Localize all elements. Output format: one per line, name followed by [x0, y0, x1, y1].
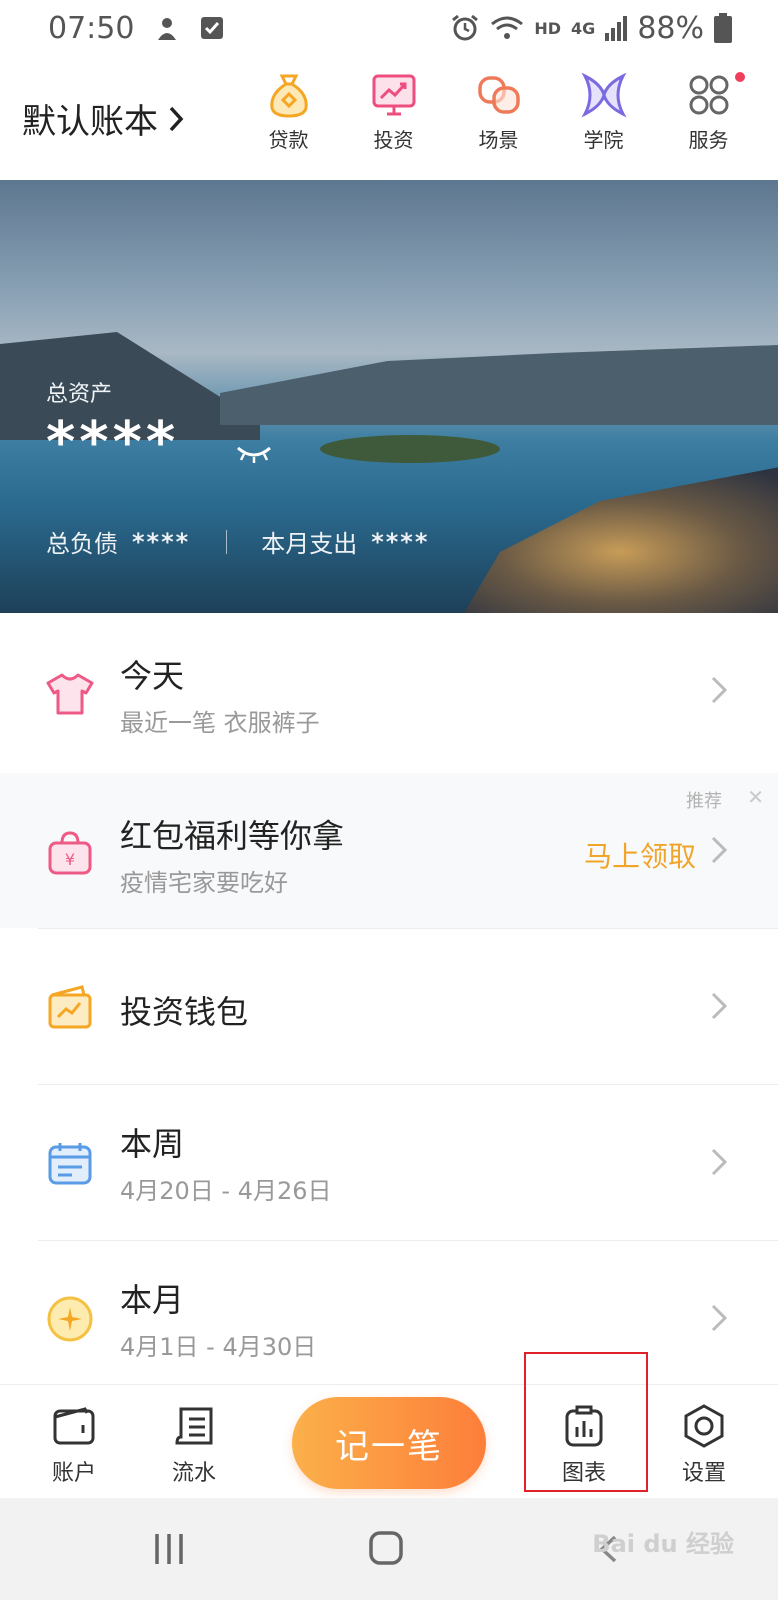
- today-title: 今天: [120, 657, 185, 695]
- close-icon[interactable]: ✕: [747, 785, 764, 809]
- status-time: 07:50: [48, 10, 135, 46]
- tab-settings-label: 设置: [681, 1461, 726, 1486]
- total-liabilities-label: 总负债: [46, 530, 118, 558]
- notification-icon: [158, 18, 177, 40]
- nav-scene[interactable]: 场景: [446, 70, 551, 153]
- top-nav: 贷款 投资 场景 学院 服务: [236, 70, 761, 153]
- this-month-title: 本月: [120, 1281, 185, 1319]
- nav-loan[interactable]: 贷款: [236, 70, 341, 153]
- today-subtitle: 最近一笔 衣服裤子: [120, 709, 320, 737]
- chevron-right-icon: [169, 106, 184, 131]
- banner-town-lights: [460, 467, 778, 613]
- wifi-icon: [491, 16, 524, 39]
- record-entry-button[interactable]: 记一笔: [292, 1397, 486, 1489]
- nav-academy[interactable]: 学院: [551, 70, 656, 153]
- hexagon-settings-icon: [684, 1404, 724, 1448]
- services-grid-icon: [689, 75, 728, 115]
- claim-now-link[interactable]: 马上领取: [584, 835, 696, 875]
- list-item-investment-wallet[interactable]: 投资钱包: [0, 929, 778, 1084]
- account-book-title: 默认账本: [22, 102, 158, 142]
- tab-flow[interactable]: 流水: [144, 1403, 244, 1487]
- chevron-right-icon: [711, 676, 728, 704]
- money-bag-icon: [269, 74, 308, 118]
- eye-closed-icon[interactable]: [234, 442, 274, 466]
- account-wallet-icon: [53, 1407, 95, 1445]
- account-book-selector[interactable]: 默认账本: [22, 94, 184, 143]
- nav-services[interactable]: 服务: [656, 70, 761, 153]
- network-hd-label: HD: [534, 18, 562, 38]
- tab-accounts-label: 账户: [51, 1461, 96, 1486]
- academy-icon: [581, 72, 626, 118]
- chevron-right-icon: [711, 1304, 728, 1332]
- nav-investment[interactable]: 投资: [341, 70, 446, 153]
- month-expense-label: 本月支出: [261, 530, 358, 558]
- banner-divider: [226, 529, 228, 554]
- total-assets-value: ****: [46, 410, 180, 475]
- investment-wallet-title: 投资钱包: [120, 993, 249, 1031]
- list-item-this-month[interactable]: 本月 4月1日 - 4月30日: [0, 1241, 778, 1384]
- chevron-right-icon: [711, 992, 728, 1020]
- nav-investment-label: 投资: [373, 128, 414, 152]
- system-navigation-bar: Bai du 经验: [0, 1498, 778, 1600]
- assets-banner[interactable]: 总资产 **** 总负债 **** 本月支出 ****: [0, 180, 778, 613]
- recent-apps-icon[interactable]: [152, 1532, 186, 1566]
- promo-subtitle: 疫情宅家要吃好: [120, 869, 288, 897]
- scene-knot-icon: [477, 76, 520, 114]
- app-header: 默认账本 贷款 投资 场景 学院 服务: [0, 60, 778, 178]
- signal-4g-label: 4G: [571, 18, 596, 38]
- tab-accounts[interactable]: 账户: [24, 1403, 124, 1487]
- promo-tag: 推荐: [686, 791, 722, 812]
- calendar-icon: [48, 1143, 92, 1185]
- chevron-right-icon: [711, 836, 728, 864]
- bottom-tab-bar: 账户 流水 记一笔 图表 设置: [0, 1384, 778, 1498]
- tab-settings[interactable]: 设置: [654, 1403, 754, 1487]
- banner-mountain-right: [220, 345, 778, 425]
- investment-chart-icon: [372, 74, 415, 116]
- tab-flow-label: 流水: [171, 1461, 216, 1486]
- total-assets-label: 总资产: [46, 382, 113, 407]
- promo-card[interactable]: 推荐 ✕ ¥ 红包福利等你拿 疫情宅家要吃好 马上领取: [0, 773, 778, 928]
- banner-island: [320, 435, 500, 463]
- signal-bars-icon: [605, 16, 628, 41]
- highlight-annotation-box: [524, 1352, 648, 1492]
- nav-services-label: 服务: [688, 128, 729, 152]
- list-item-today[interactable]: 今天 最近一笔 衣服裤子: [0, 613, 778, 773]
- home-icon[interactable]: [368, 1530, 404, 1566]
- total-liabilities-value: ****: [132, 527, 191, 556]
- this-month-range: 4月1日 - 4月30日: [120, 1333, 317, 1361]
- red-packet-bag-icon: ¥: [48, 831, 92, 875]
- this-week-title: 本周: [120, 1125, 185, 1163]
- moon-clock-icon: [47, 1296, 93, 1342]
- promo-title: 红包福利等你拿: [120, 817, 345, 855]
- checkbox-icon: [201, 17, 224, 39]
- watermark-text: Bai du 经验: [592, 1530, 734, 1558]
- notification-dot: [735, 72, 745, 82]
- month-expense-value: ****: [371, 527, 430, 556]
- chevron-right-icon: [711, 1148, 728, 1176]
- battery-percent: 88%: [637, 10, 704, 46]
- banner-subrow: 总负债 **** 本月支出 ****: [46, 524, 429, 559]
- nav-scene-label: 场景: [478, 128, 519, 152]
- nav-loan-label: 贷款: [268, 128, 309, 152]
- svg-text:¥: ¥: [65, 850, 75, 869]
- battery-icon: [714, 13, 732, 43]
- alarm-icon: [452, 14, 479, 41]
- ledger-list-icon: [175, 1407, 213, 1445]
- this-week-range: 4月20日 - 4月26日: [120, 1177, 332, 1205]
- status-bar: 07:50 HD 4G 88%: [0, 0, 778, 56]
- clothes-icon: [46, 673, 94, 715]
- list-item-this-week[interactable]: 本周 4月20日 - 4月26日: [0, 1085, 778, 1240]
- wallet-icon: [48, 985, 92, 1029]
- nav-academy-label: 学院: [583, 128, 624, 152]
